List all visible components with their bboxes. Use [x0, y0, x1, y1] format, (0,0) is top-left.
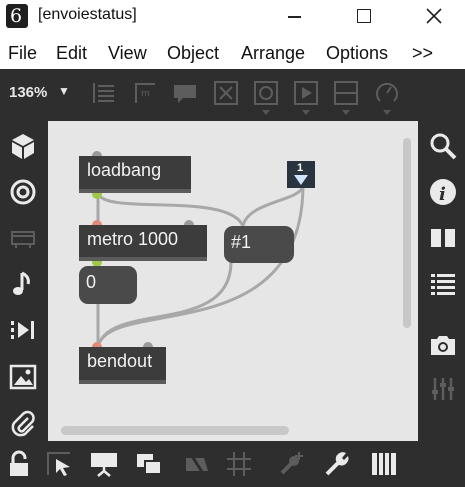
title-bar: 6 [envoiestatus] — [0, 0, 465, 34]
menu-options[interactable]: Options — [326, 43, 388, 64]
inlet[interactable] — [92, 342, 102, 347]
comment-icon[interactable]: m — [131, 79, 159, 107]
inlet[interactable] — [143, 342, 153, 347]
dropdown-arrow-icon — [383, 110, 391, 115]
maximize-icon — [357, 9, 371, 23]
menu-bar: File Edit View Object Arrange Options >> — [0, 34, 465, 69]
window-title: [envoiestatus] — [38, 6, 137, 23]
x-box-icon[interactable] — [212, 79, 240, 107]
inlet[interactable] — [184, 220, 194, 225]
zoom-level[interactable]: 136% — [9, 84, 47, 101]
message-box-zero[interactable]: 0 — [79, 266, 137, 304]
patcher-canvas[interactable]: loadbang metro 1000 0 #1 1 bendout — [48, 121, 418, 441]
zoom-dropdown-icon[interactable]: ▼ — [58, 84, 70, 98]
maximize-button[interactable] — [341, 0, 387, 34]
presentation-icon[interactable] — [89, 449, 119, 479]
hide-icon[interactable] — [182, 449, 212, 479]
add-icon[interactable] — [276, 449, 306, 479]
target-icon[interactable] — [8, 177, 38, 207]
select-icon[interactable] — [44, 449, 74, 479]
playbar-icon[interactable] — [292, 79, 320, 115]
camera-icon[interactable] — [428, 330, 458, 360]
patchcord-loadbang-hash1 — [96, 191, 245, 228]
vertical-scrollbar[interactable] — [403, 138, 411, 328]
dropdown-arrow-icon — [342, 110, 350, 115]
object-label: loadbang — [87, 160, 162, 180]
list-icon[interactable] — [428, 269, 458, 299]
dropdown-arrow-icon — [262, 110, 270, 115]
close-icon — [426, 8, 442, 24]
presentation-icon[interactable] — [8, 223, 38, 253]
slider-icon[interactable] — [332, 79, 360, 115]
menu-view[interactable]: View — [108, 43, 147, 64]
inlet-arrow-icon — [294, 175, 308, 185]
grid-icon[interactable] — [224, 449, 254, 479]
metro-object[interactable]: metro 1000 — [79, 220, 207, 267]
inlet[interactable] — [92, 220, 102, 225]
message-label: #1 — [231, 232, 252, 252]
music-note-icon[interactable] — [8, 269, 38, 299]
book-icon[interactable] — [428, 223, 458, 253]
close-button[interactable] — [411, 0, 457, 34]
speech-bubble-icon[interactable] — [171, 79, 199, 107]
dial-icon[interactable] — [373, 79, 401, 115]
menu-arrange[interactable]: Arrange — [241, 43, 305, 64]
horizontal-scrollbar[interactable] — [61, 426, 289, 435]
object-label: bendout — [87, 351, 153, 371]
menu-file[interactable]: File — [8, 43, 37, 64]
piano-icon[interactable] — [369, 449, 399, 479]
lock-icon[interactable] — [4, 449, 34, 479]
bendout-object[interactable]: bendout — [79, 342, 166, 384]
list-icon[interactable] — [90, 79, 118, 107]
search-icon[interactable] — [428, 131, 458, 161]
patcher-inlet[interactable]: 1 — [287, 161, 315, 188]
dropdown-arrow-icon — [302, 110, 310, 115]
svg-text:i: i — [439, 184, 446, 205]
cube-icon[interactable] — [8, 131, 38, 161]
inlet[interactable] — [92, 151, 102, 156]
svg-text:m: m — [141, 89, 150, 99]
minimize-button[interactable] — [271, 0, 317, 34]
patchcord-inlet-hash1 — [241, 183, 305, 228]
info-icon[interactable]: i — [428, 177, 458, 207]
menu-object[interactable]: Object — [167, 43, 219, 64]
button-icon[interactable] — [252, 79, 280, 115]
menu-more[interactable]: >> — [412, 43, 433, 64]
wrench-icon[interactable] — [322, 449, 352, 479]
mixer-icon[interactable] — [428, 374, 458, 404]
bottom-toolbar — [0, 441, 465, 487]
windows-icon[interactable] — [134, 449, 164, 479]
paperclip-icon[interactable] — [8, 408, 38, 438]
object-stripe — [79, 380, 166, 384]
top-toolbar: 136% ▼ m — [0, 69, 465, 121]
menu-edit[interactable]: Edit — [56, 43, 87, 64]
max-app-icon: 6 — [6, 4, 28, 28]
loadbang-object[interactable]: loadbang — [79, 151, 191, 199]
message-label: 0 — [86, 272, 97, 292]
inlet-number: 1 — [297, 162, 304, 174]
image-icon[interactable] — [8, 362, 38, 392]
message-box-hash1[interactable]: #1 — [224, 226, 294, 263]
object-label: metro 1000 — [87, 229, 179, 249]
step-forward-icon[interactable] — [8, 315, 38, 345]
minimize-icon — [288, 16, 301, 18]
